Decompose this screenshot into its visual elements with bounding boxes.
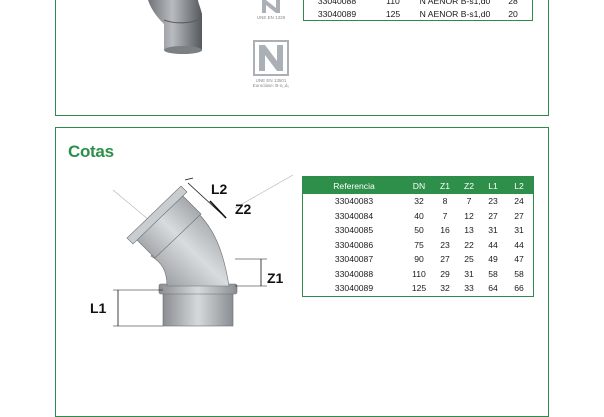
- l2-cell: 47: [514, 254, 524, 265]
- z1-cell: 7: [442, 210, 448, 221]
- ref-cell: 33040086: [334, 239, 374, 250]
- l1-label: L1: [90, 300, 107, 316]
- dn-cell: 125: [411, 283, 427, 294]
- ref-cell: 33040089: [334, 283, 374, 294]
- z2-label: Z2: [235, 201, 252, 217]
- ref-cell: 33040089: [317, 8, 357, 19]
- l2-cell: 58: [514, 268, 524, 279]
- col-header-z2: Z2: [457, 176, 481, 194]
- table-row: 33040087 90 27 25 49 47: [303, 252, 534, 267]
- ref-cell: 33040084: [334, 210, 374, 221]
- qty-cell: 28: [508, 0, 518, 6]
- z1-cell: 32: [440, 283, 450, 294]
- table-row: 33040088 110 29 31 58 58: [303, 267, 534, 282]
- top-product-table: 33040088 110 N AENOR B-s1,d0 28 33040089…: [303, 0, 533, 21]
- z1-cell: 8: [442, 196, 448, 207]
- class-cell: N AENOR B-s1,d0: [419, 8, 491, 19]
- aenor-n-logo-icon: [253, 40, 289, 76]
- z2-cell: 12: [464, 210, 474, 221]
- class-cell: N AENOR B-s1,d0: [419, 0, 491, 6]
- table-row: 33040083 32 8 7 23 24: [303, 194, 534, 209]
- euroclase-label: Euroclase: B-s₁,d₀: [252, 83, 290, 88]
- ref-cell: 33040088: [317, 0, 357, 6]
- z2-cell: 33: [464, 283, 474, 294]
- l2-cell: 27: [514, 210, 524, 221]
- qty-cell: 20: [508, 8, 518, 19]
- table-row: 33040084 40 7 12 27 27: [303, 209, 534, 224]
- l1-cell: 23: [488, 196, 498, 207]
- col-header-dn: DN: [405, 176, 433, 194]
- z2-cell: 31: [464, 268, 474, 279]
- table-row: 33040086 75 23 22 44 44: [303, 238, 534, 253]
- col-header-l2: L2: [505, 176, 534, 194]
- z1-cell: 27: [440, 254, 450, 265]
- l2-cell: 66: [514, 283, 524, 294]
- dn-cell: 75: [414, 239, 424, 250]
- col-header-z1: Z1: [433, 176, 457, 194]
- ref-cell: 33040083: [334, 196, 374, 207]
- col-header-l1: L1: [481, 176, 505, 194]
- cotas-title: Cotas: [68, 142, 114, 161]
- table-row: 33040088 110 N AENOR B-s1,d0 28: [304, 0, 533, 7]
- z1-cell: 23: [440, 239, 450, 250]
- elbow-photo: [148, 0, 203, 54]
- z2-cell: 22: [464, 239, 474, 250]
- dn-cell: 110: [386, 0, 400, 6]
- z2-cell: 13: [464, 225, 474, 236]
- une-13501-cert: UNE EN 13501 Euroclase: B-s₁,d₀: [244, 40, 298, 88]
- l1-cell: 58: [488, 268, 498, 279]
- l1-cell: 31: [488, 225, 498, 236]
- table-row: 33040085 50 16 13 31 31: [303, 223, 534, 238]
- table-header-row: Referencia DN Z1 Z2 L1 L2: [302, 176, 534, 194]
- dn-cell: 110: [412, 268, 426, 279]
- l1-cell: 27: [488, 210, 498, 221]
- dn-cell: 50: [414, 225, 424, 236]
- z2-cell: 25: [464, 254, 474, 265]
- col-header-referencia: Referencia: [302, 176, 405, 194]
- elbow-dimension-drawing: L2 Z2 Z1 L1: [90, 174, 294, 327]
- z1-cell: 16: [440, 225, 450, 236]
- dn-cell: 40: [414, 210, 424, 221]
- l2-cell: 24: [514, 196, 524, 207]
- l2-label: L2: [211, 181, 228, 197]
- l1-cell: 49: [488, 254, 498, 265]
- l2-cell: 44: [514, 239, 524, 250]
- z1-cell: 29: [440, 268, 450, 279]
- l1-cell: 44: [488, 239, 498, 250]
- table-row: 33040089 125 N AENOR B-s1,d0 20: [304, 7, 533, 21]
- ref-cell: 33040088: [334, 268, 374, 279]
- cotas-table: Referencia DN Z1 Z2 L1 L2 33040083 32 8 7 23…: [302, 176, 534, 297]
- ref-cell: 33040087: [334, 254, 374, 265]
- z2-cell: 7: [466, 196, 472, 207]
- table-row: 33040089 125 32 33 64 66: [303, 281, 534, 296]
- une-1329-label: UNE EN 1329: [256, 15, 286, 20]
- dn-cell: 125: [385, 8, 401, 19]
- une-1329-cert: UNE EN 1329: [246, 0, 296, 20]
- aenor-n-logo-icon: [262, 0, 280, 13]
- l1-cell: 64: [488, 283, 498, 294]
- dn-cell: 32: [414, 196, 424, 207]
- z1-label: Z1: [267, 270, 284, 286]
- ref-cell: 33040085: [334, 225, 374, 236]
- dn-cell: 90: [414, 254, 424, 265]
- l2-cell: 31: [514, 225, 524, 236]
